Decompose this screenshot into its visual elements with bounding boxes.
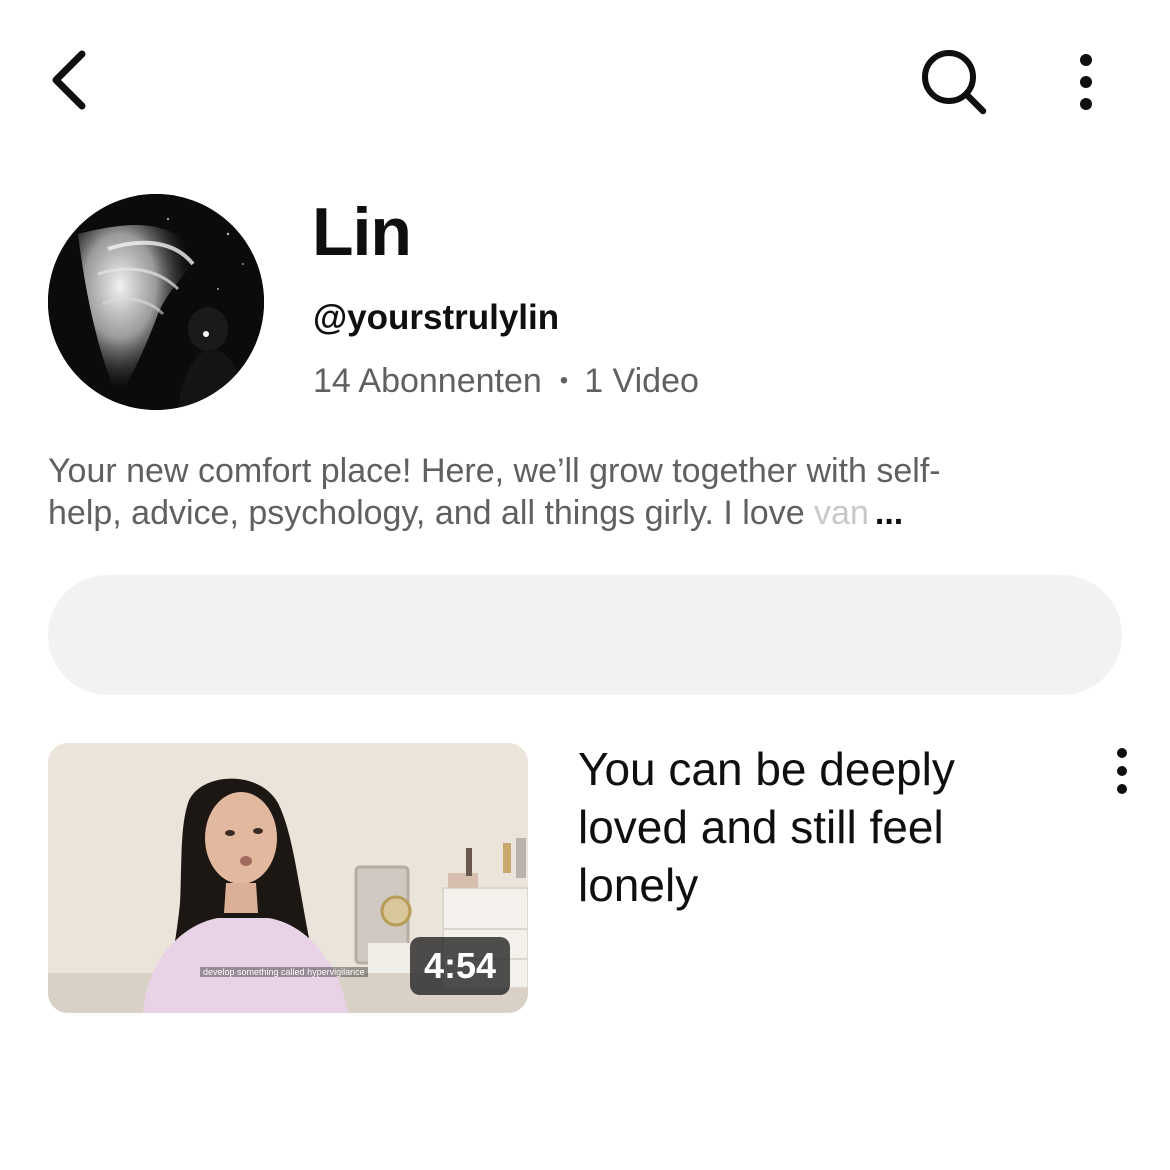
video-thumbnail[interactable]: develop something called hypervigilance … — [48, 743, 528, 1013]
more-vertical-icon — [1117, 748, 1127, 794]
channel-description[interactable]: Your new comfort place! Here, we’ll grow… — [48, 450, 1088, 534]
video-title[interactable]: You can be deeply loved and still feel l… — [578, 740, 1048, 914]
channel-handle: @yourstrulylin — [313, 298, 560, 337]
video-caption: develop something called hypervigilance — [200, 967, 368, 977]
channel-stats: 14 Abonnenten • 1 Video — [313, 360, 699, 402]
stats-separator: • — [559, 367, 569, 394]
search-icon — [922, 50, 987, 115]
channel-name: Lin — [312, 194, 412, 270]
description-text: help, advice, psychology, and all things… — [48, 494, 815, 532]
video-more-options-button[interactable] — [1096, 736, 1148, 806]
subscriber-count: 14 Abonnenten — [313, 362, 542, 400]
description-line: help, advice, psychology, and all things… — [48, 492, 1088, 534]
back-button[interactable] — [34, 38, 106, 122]
chevron-left-icon — [52, 50, 86, 110]
description-fade-text: van — [814, 494, 869, 532]
more-options-button[interactable] — [1046, 40, 1126, 124]
avatar-image — [48, 194, 264, 410]
description-more-link[interactable]: ... — [875, 494, 903, 532]
description-line: Your new comfort place! Here, we’ll grow… — [48, 452, 941, 490]
video-count: 1 Video — [584, 362, 699, 400]
more-vertical-icon — [1080, 54, 1092, 110]
video-duration-badge: 4:54 — [409, 937, 510, 995]
channel-avatar[interactable] — [48, 194, 264, 410]
subscribe-button-placeholder[interactable] — [48, 575, 1122, 695]
search-button[interactable] — [912, 40, 996, 124]
